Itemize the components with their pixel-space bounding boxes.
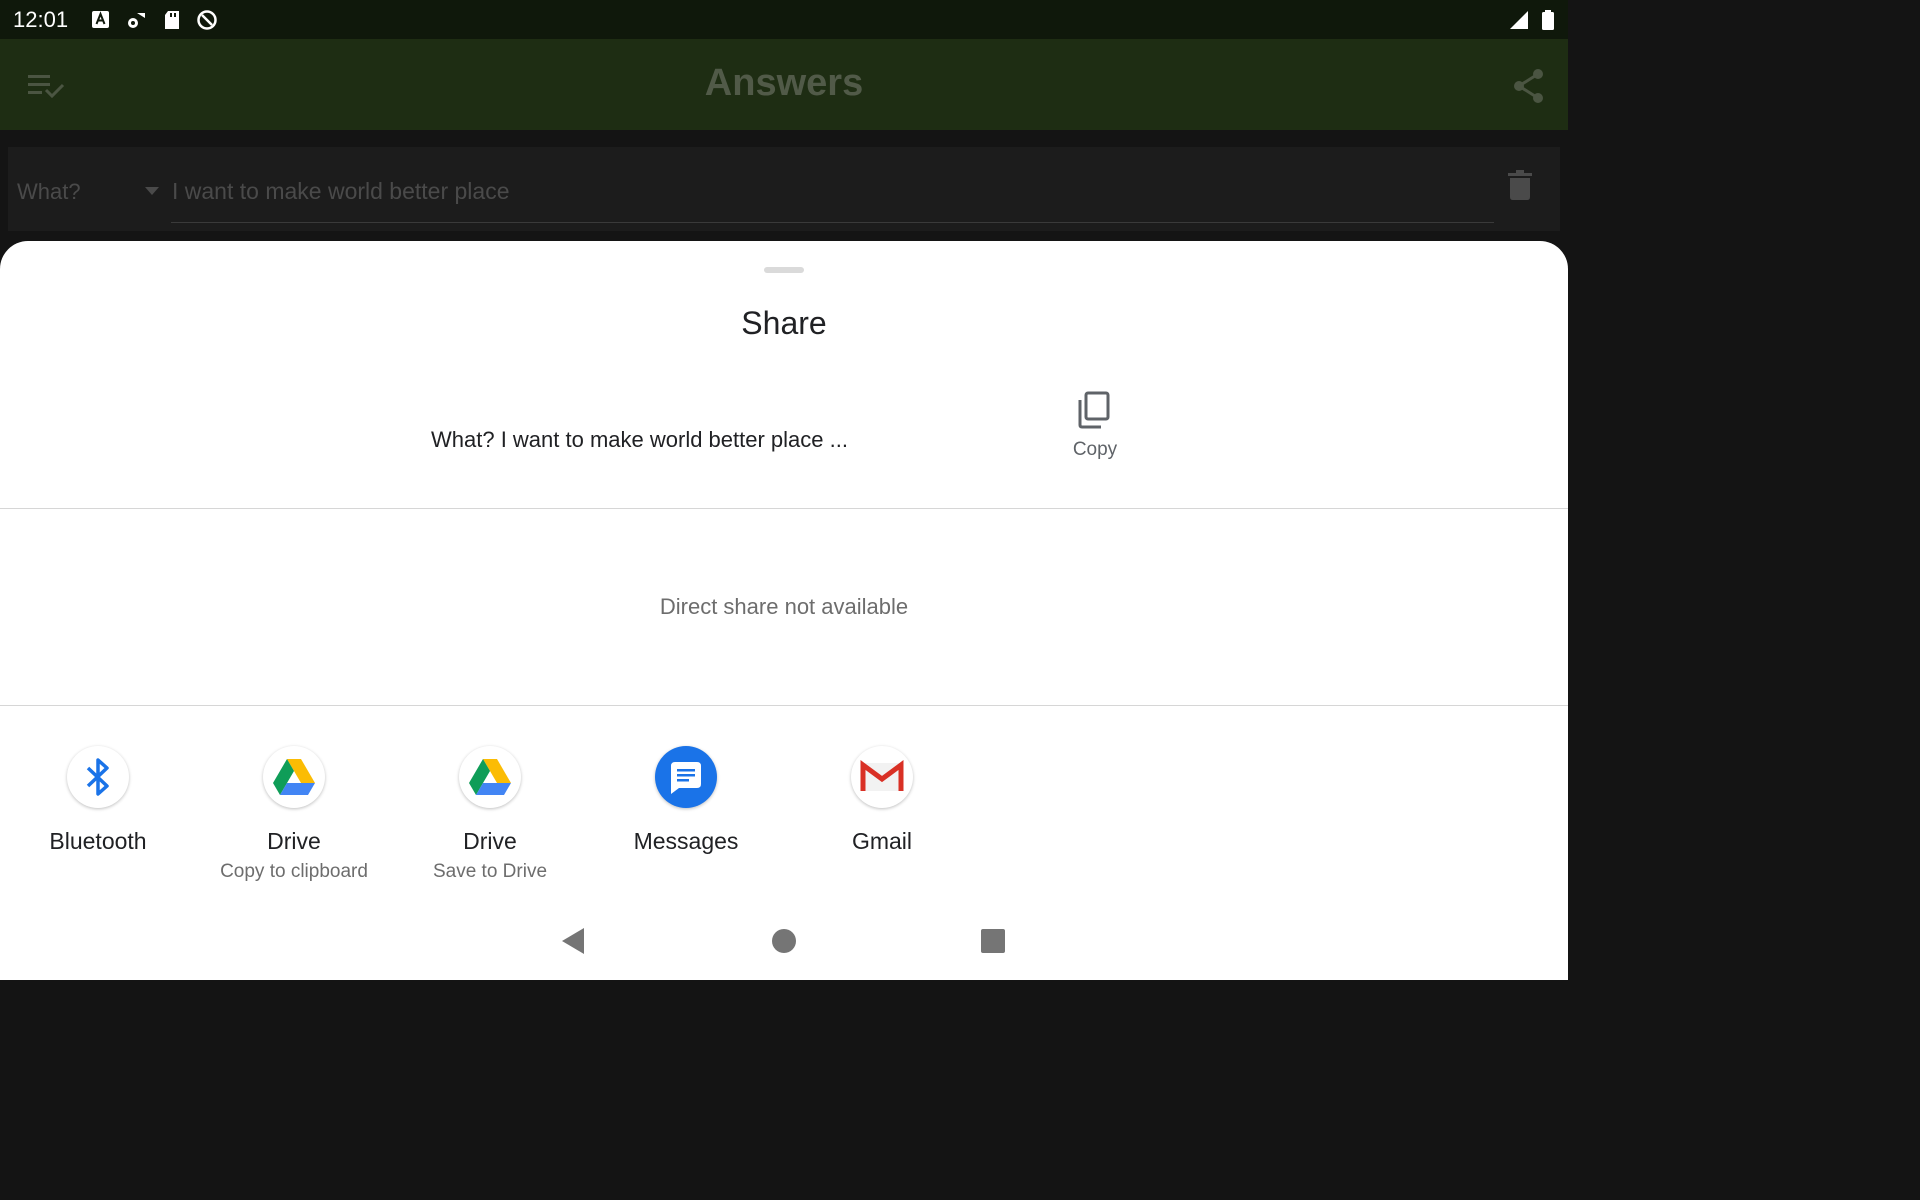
input-underline <box>171 222 1494 223</box>
sd-card-icon <box>165 11 179 29</box>
battery-icon <box>1542 10 1554 30</box>
question-row: What? I want to make world better place <box>8 147 1560 231</box>
trash-icon[interactable] <box>1508 170 1532 200</box>
keyboard-a-icon <box>92 11 109 28</box>
share-sheet-title: Share <box>741 305 827 341</box>
bluetooth-icon <box>86 758 109 796</box>
share-target-bluetooth[interactable]: Bluetooth <box>0 746 196 886</box>
target-name: Drive <box>463 828 517 854</box>
status-time: 12:01 <box>13 7 69 32</box>
share-icon[interactable] <box>1512 68 1546 104</box>
app-bar: Answers <box>0 39 1568 130</box>
share-target-gmail[interactable]: Gmail <box>784 746 980 886</box>
share-sheet: Share What? I want to make world better … <box>0 241 1568 980</box>
divider <box>0 705 1568 706</box>
target-name: Drive <box>267 828 321 854</box>
target-subtitle: Save to Drive <box>432 861 548 882</box>
share-target-drive-clipboard[interactable]: Drive Copy to clipboard <box>196 746 392 886</box>
settings-wifi-icon <box>128 13 145 28</box>
drag-handle[interactable] <box>764 267 804 273</box>
signal-icon <box>1510 11 1528 29</box>
back-icon[interactable] <box>560 927 586 955</box>
drive-icon-wrap <box>263 746 325 808</box>
dropdown-arrow-icon[interactable] <box>145 187 159 195</box>
target-subtitle: Copy to clipboard <box>220 861 368 882</box>
share-target-messages[interactable]: Messages <box>588 746 784 886</box>
sync-disabled-icon <box>197 10 217 30</box>
share-target-drive-save[interactable]: Drive Save to Drive <box>392 746 588 886</box>
direct-share-message: Direct share not available <box>659 594 909 619</box>
home-icon[interactable] <box>771 928 797 954</box>
gmail-icon <box>860 760 904 791</box>
messages-icon-wrap <box>655 746 717 808</box>
divider <box>0 508 1568 509</box>
drive-icon <box>273 759 315 795</box>
page-title: Answers <box>704 62 864 104</box>
question-text-input[interactable]: I want to make world better place <box>172 178 510 205</box>
target-name: Messages <box>633 828 739 854</box>
drive-icon-wrap <box>459 746 521 808</box>
drive-icon <box>469 759 511 795</box>
gmail-icon-wrap <box>851 746 913 808</box>
messages-icon <box>671 762 701 794</box>
share-preview-text: What? I want to make world better place … <box>431 427 848 452</box>
recents-icon[interactable] <box>980 928 1006 954</box>
question-type-label[interactable]: What? <box>17 179 81 205</box>
copy-icon <box>1078 391 1110 429</box>
copy-label: Copy <box>1072 439 1118 460</box>
target-name: Gmail <box>851 828 913 854</box>
target-name: Bluetooth <box>49 828 147 854</box>
copy-button[interactable]: Copy <box>1058 387 1132 467</box>
status-bar: 12:01 <box>0 0 1568 39</box>
bluetooth-icon-wrap <box>67 746 129 808</box>
